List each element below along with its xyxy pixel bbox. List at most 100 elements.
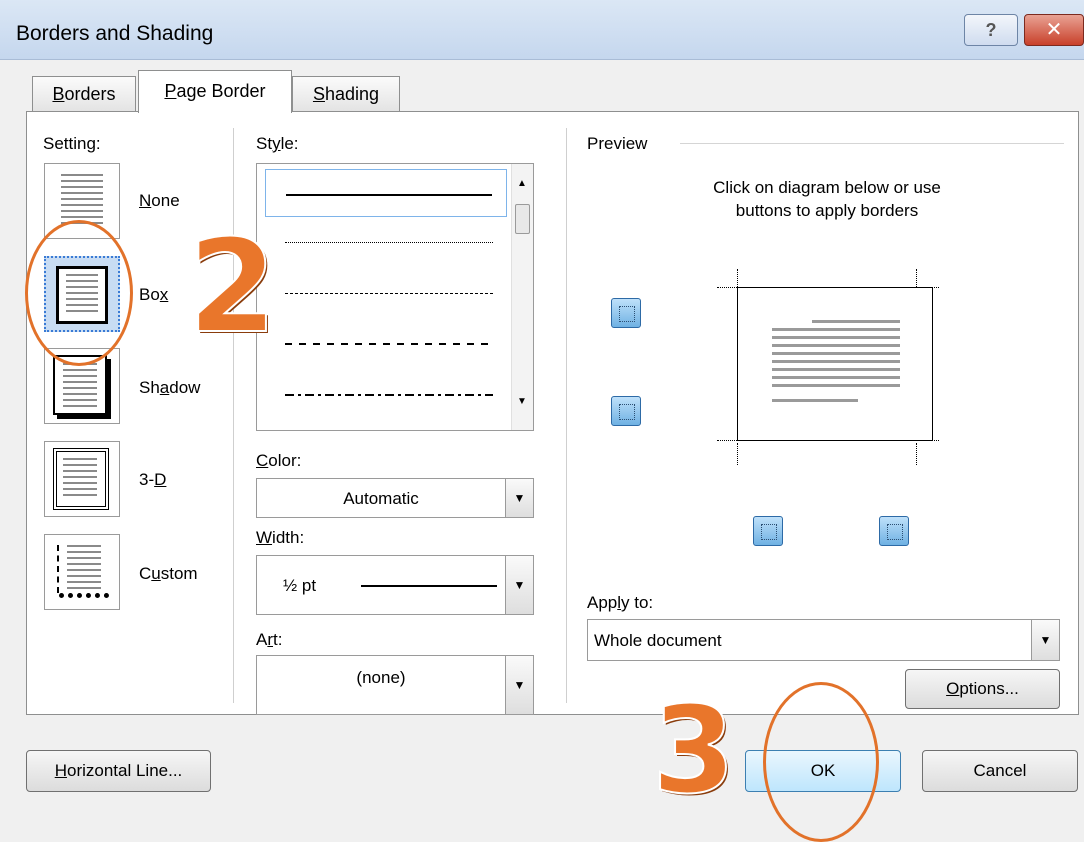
corner-mark — [717, 287, 737, 288]
setting-box-label[interactable]: Box — [139, 285, 168, 305]
corner-mark — [737, 443, 738, 465]
width-label: Width: — [256, 528, 304, 548]
setting-3d-thumb[interactable] — [44, 441, 120, 517]
close-icon: ✕ — [1045, 19, 1063, 41]
help-button[interactable]: ? — [964, 14, 1018, 46]
t: le: — [280, 134, 299, 153]
page-lines — [63, 458, 97, 500]
apply-to-label: Apply to: — [587, 593, 653, 613]
u: O — [946, 679, 960, 698]
style-scrollbar[interactable]: ▲ ▼ — [511, 164, 533, 430]
setting-custom-label[interactable]: Custom — [139, 564, 198, 584]
left-border-button[interactable] — [753, 516, 783, 546]
t: y to: — [621, 593, 654, 612]
width-value: ½ pt — [283, 576, 317, 595]
scroll-up-arrow-icon[interactable]: ▲ — [517, 178, 527, 189]
t: one — [151, 191, 180, 210]
u: x — [159, 285, 169, 304]
setting-shadow-label[interactable]: Shadow — [139, 378, 200, 398]
preview-heading: Preview — [587, 134, 648, 153]
annotation-step-3: 3 — [651, 682, 736, 821]
preview-page — [737, 287, 933, 441]
u: H — [54, 761, 67, 780]
u: a — [159, 378, 170, 397]
custom-left-border — [57, 545, 63, 593]
options-button[interactable]: Options... — [905, 669, 1060, 709]
t: t: — [273, 630, 283, 649]
preview-hint: Click on diagram below or use buttons to… — [587, 176, 1067, 222]
setting-3d-label[interactable]: 3-D — [139, 470, 166, 490]
line-sample — [286, 194, 492, 196]
style-option-dashed-small[interactable] — [265, 269, 507, 317]
setting-none-label[interactable]: None — [139, 191, 180, 211]
t: St — [256, 134, 273, 153]
preview-diagram[interactable] — [717, 269, 939, 465]
annotation-circle-box — [25, 220, 133, 366]
tab-panel: Setting: None Box Shadow 3-D Custom Styl… — [26, 111, 1079, 715]
t: dow — [169, 378, 201, 397]
title-bar: Borders and Shading ? ✕ — [0, 0, 1084, 60]
t: idth: — [272, 528, 305, 547]
setting-custom-thumb[interactable] — [44, 534, 120, 610]
style-option-dash-dot[interactable] — [265, 370, 507, 418]
chevron-down-icon[interactable]: ▼ — [505, 656, 533, 714]
color-label: Color: — [256, 451, 301, 471]
preview-rule — [680, 143, 1064, 144]
u: y — [272, 134, 281, 153]
text-lines — [772, 328, 900, 391]
art-value: (none) — [356, 668, 406, 687]
art-label: Art: — [256, 630, 282, 650]
style-option-dotted[interactable] — [265, 218, 507, 266]
line-sample — [285, 343, 493, 345]
chevron-down-icon[interactable]: ▼ — [1031, 620, 1059, 660]
annotation-circle-ok — [763, 682, 879, 842]
color-value: Automatic — [343, 489, 419, 508]
top-border-button[interactable] — [611, 298, 641, 328]
close-button[interactable]: ✕ — [1024, 14, 1084, 46]
u: W — [256, 528, 273, 547]
tab-label-u: P — [164, 81, 177, 101]
hint-line: Click on diagram below or use — [713, 178, 941, 197]
art-dropdown[interactable]: (none) ▼ — [256, 655, 534, 715]
style-option-dashed-large[interactable] — [265, 319, 507, 367]
tab-shading[interactable]: Shading — [292, 76, 400, 112]
hint-line: buttons to apply borders — [735, 201, 919, 220]
scroll-down-arrow-icon[interactable]: ▼ — [517, 396, 527, 407]
corner-mark — [737, 269, 738, 289]
tab-label-u: B — [52, 84, 65, 104]
chevron-down-icon[interactable]: ▼ — [505, 479, 533, 517]
page-lines — [67, 545, 101, 589]
line-sample — [285, 394, 493, 396]
style-list[interactable]: ▲ ▼ — [256, 163, 534, 431]
text-line — [812, 320, 900, 323]
t: Bo — [139, 285, 160, 304]
style-option-solid[interactable] — [265, 169, 507, 217]
apply-to-dropdown[interactable]: Whole document ▼ — [587, 619, 1060, 661]
help-icon: ? — [985, 20, 997, 40]
chevron-down-icon[interactable]: ▼ — [505, 556, 533, 614]
corner-mark — [916, 443, 917, 465]
u: C — [256, 451, 269, 470]
cancel-button[interactable]: Cancel — [922, 750, 1078, 792]
t: 3- — [139, 470, 155, 489]
horizontal-line-button[interactable]: Horizontal Line... — [26, 750, 211, 792]
apply-to-value: Whole document — [594, 631, 722, 650]
setting-heading: Setting: — [43, 134, 101, 153]
tab-page-border[interactable]: Page Border — [138, 70, 292, 113]
right-border-button[interactable] — [879, 516, 909, 546]
tab-borders[interactable]: Borders — [32, 76, 136, 112]
color-dropdown[interactable]: Automatic ▼ — [256, 478, 534, 518]
custom-bottom-border — [59, 593, 109, 598]
width-dropdown[interactable]: ½ pt ▼ — [256, 555, 534, 615]
scroll-thumb[interactable] — [515, 204, 530, 234]
t: App — [587, 593, 618, 612]
bottom-border-button[interactable] — [611, 396, 641, 426]
line-sample — [285, 293, 493, 294]
page-lines — [63, 363, 97, 407]
style-heading: Style: — [256, 134, 299, 154]
t: Sh — [139, 378, 160, 397]
u: u — [151, 564, 161, 583]
t: orizontal Line... — [66, 761, 183, 780]
divider — [566, 128, 567, 703]
t: stom — [160, 564, 198, 583]
